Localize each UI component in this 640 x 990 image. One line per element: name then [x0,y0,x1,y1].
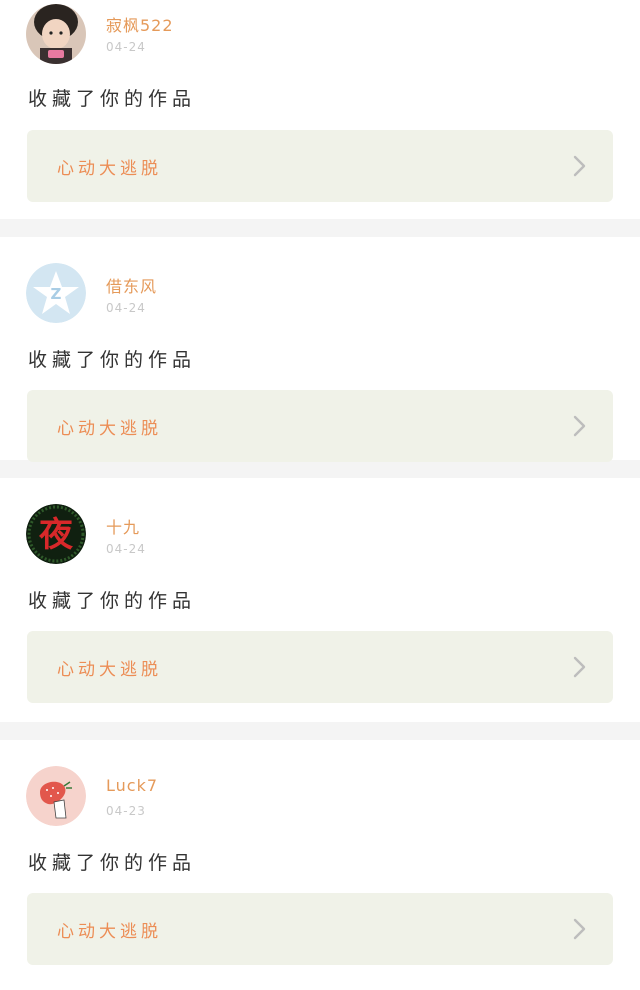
feed-item: 夜 十九 04-24 收藏了你的作品 心动大逃脱 [0,478,640,722]
svg-text:Z: Z [51,285,62,303]
feed-item: Z 借东风 04-24 收藏了你的作品 心动大逃脱 [0,237,640,462]
separator [0,219,640,237]
work-title: 心动大逃脱 [57,660,162,680]
chevron-right-icon [573,656,586,678]
strawberry-cartoon-avatar-icon [26,766,86,826]
child-photo-avatar-icon [26,4,86,64]
username[interactable]: 寂枫522 [106,12,174,36]
timestamp: 04-23 [106,804,146,818]
qzone-star-avatar-icon: Z [26,263,86,323]
work-link-card[interactable]: 心动大逃脱 [27,893,613,965]
work-link-card[interactable]: 心动大逃脱 [27,631,613,703]
user-avatar[interactable] [26,4,86,64]
separator [0,460,640,478]
activity-feed: 寂枫522 04-24 收藏了你的作品 心动大逃脱 Z 借东风 04-24 收藏… [0,0,640,990]
feed-item: 寂枫522 04-24 收藏了你的作品 心动大逃脱 [0,0,640,219]
user-avatar[interactable] [26,766,86,826]
chevron-right-icon [573,918,586,940]
feed-item: Luck7 04-23 收藏了你的作品 心动大逃脱 [0,740,640,990]
svg-text:夜: 夜 [38,515,74,555]
timestamp: 04-24 [106,542,146,556]
chevron-right-icon [573,155,586,177]
user-avatar[interactable]: 夜 [26,504,86,564]
activity-text: 收藏了你的作品 [28,852,197,874]
activity-text: 收藏了你的作品 [28,349,197,371]
username[interactable]: Luck7 [106,776,158,795]
separator [0,722,640,740]
username[interactable]: 借东风 [106,273,157,297]
user-avatar[interactable]: Z [26,263,86,323]
timestamp: 04-24 [106,301,146,315]
timestamp: 04-24 [106,40,146,54]
activity-text: 收藏了你的作品 [28,88,197,110]
work-title: 心动大逃脱 [57,159,162,179]
activity-text: 收藏了你的作品 [28,590,197,612]
username[interactable]: 十九 [106,514,140,538]
work-link-card[interactable]: 心动大逃脱 [27,130,613,202]
work-title: 心动大逃脱 [57,922,162,942]
work-link-card[interactable]: 心动大逃脱 [27,390,613,462]
work-title: 心动大逃脱 [57,419,162,439]
night-character-avatar-icon: 夜 [26,504,86,564]
chevron-right-icon [573,415,586,437]
